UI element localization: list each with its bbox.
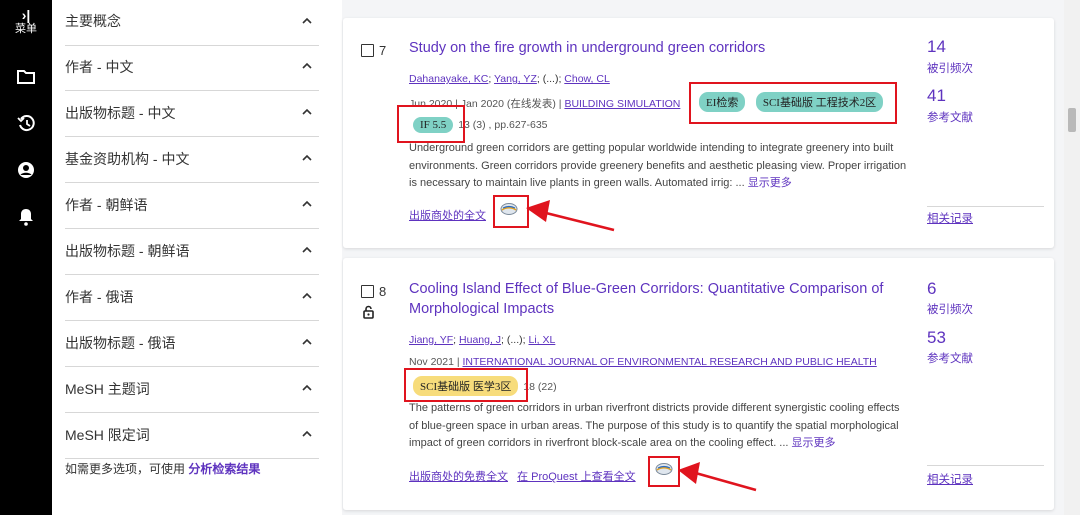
- facet-label: 作者 - 朝鲜语: [65, 197, 148, 213]
- proquest-fulltext-link[interactable]: 在 ProQuest 上查看全文: [517, 471, 636, 483]
- facet-publication-chinese[interactable]: 出版物标题 - 中文: [65, 91, 319, 137]
- chevron-up-icon: [302, 200, 312, 207]
- chevron-up-icon: [302, 154, 312, 161]
- record-date: Nov 2021 |: [409, 356, 460, 368]
- author-link[interactable]: Li, XL: [528, 334, 555, 346]
- chevron-up-icon: [302, 384, 312, 391]
- chevron-up-icon: [302, 338, 312, 345]
- record-title[interactable]: Study on the fire growth in underground …: [409, 38, 889, 58]
- show-more-link[interactable]: 显示更多: [792, 437, 836, 449]
- record-volume: 18 (22): [523, 381, 557, 393]
- record-checkbox[interactable]: [361, 285, 374, 298]
- annotation-arrow: [678, 462, 757, 492]
- references-label: 参考文献: [927, 353, 973, 365]
- record-authors: Jiang, YF; Huang, J; (...); Li, XL: [409, 334, 556, 346]
- record-checkbox[interactable]: [361, 44, 374, 57]
- chevron-up-icon: [302, 62, 312, 69]
- facet-funding-chinese[interactable]: 基金资助机构 - 中文: [65, 137, 319, 183]
- scrollbar-thumb[interactable]: [1068, 108, 1076, 132]
- analyze-results-link[interactable]: 分析检索结果: [188, 462, 260, 476]
- record-index: 7: [379, 43, 387, 58]
- open-access-lock-icon: [363, 305, 374, 319]
- facet-mesh-headings[interactable]: MeSH 主题词: [65, 367, 319, 413]
- divider: [927, 465, 1044, 466]
- record-pub-info: Nov 2021 | INTERNATIONAL JOURNAL OF ENVI…: [409, 356, 877, 368]
- show-more-link[interactable]: 显示更多: [748, 177, 792, 189]
- author-ellipsis: (...): [542, 73, 559, 85]
- facet-label: 主要概念: [65, 13, 121, 29]
- author-link[interactable]: Dahanayake, KC: [409, 73, 488, 85]
- history-icon[interactable]: [16, 113, 36, 133]
- times-cited-count[interactable]: 6: [927, 279, 936, 299]
- divider: [927, 206, 1044, 207]
- publisher-fulltext-link[interactable]: 出版商处的全文: [409, 210, 486, 222]
- record-authors: Dahanayake, KC; Yang, YZ; (...); Chow, C…: [409, 73, 610, 85]
- collapse-icon: ›|: [21, 7, 31, 23]
- facet-note-text: 如需更多选项，可使用: [65, 462, 186, 476]
- record-index: 8: [379, 284, 387, 299]
- times-cited-label: 被引频次: [927, 304, 973, 316]
- author-link[interactable]: Yang, YZ: [494, 73, 537, 85]
- facet-label: 基金资助机构 - 中文: [65, 151, 190, 167]
- journal-link[interactable]: INTERNATIONAL JOURNAL OF ENVIRONMENTAL R…: [463, 356, 877, 368]
- annotation-arrow: [526, 200, 615, 232]
- side-nav: ›| 菜单: [0, 0, 52, 515]
- times-cited-label: 被引频次: [927, 63, 973, 75]
- folder-icon[interactable]: [16, 66, 36, 86]
- record-title[interactable]: Cooling Island Effect of Blue-Green Corr…: [409, 279, 889, 319]
- author-link[interactable]: Jiang, YF: [409, 334, 453, 346]
- times-cited-count[interactable]: 14: [927, 37, 946, 57]
- facet-main-concepts[interactable]: 主要概念: [65, 0, 319, 46]
- facets-panel: 主要概念 作者 - 中文 出版物标题 - 中文 基金资助机构 - 中文 作者 -…: [52, 0, 342, 515]
- facet-author-chinese[interactable]: 作者 - 中文: [65, 45, 319, 91]
- facet-label: 作者 - 俄语: [65, 289, 134, 305]
- facet-publication-korean[interactable]: 出版物标题 - 朝鲜语: [65, 229, 319, 275]
- chevron-up-icon: [302, 430, 312, 437]
- facet-label: 出版物标题 - 俄语: [65, 335, 176, 351]
- related-records-link[interactable]: 相关记录: [927, 210, 973, 226]
- facet-author-korean[interactable]: 作者 - 朝鲜语: [65, 183, 319, 229]
- chevron-up-icon: [302, 292, 312, 299]
- record-fulltext-links: 出版商处的免费全文 在 ProQuest 上查看全文: [409, 468, 642, 484]
- references-count[interactable]: 53: [927, 328, 946, 348]
- facet-mesh-qualifiers[interactable]: MeSH 限定词: [65, 413, 319, 459]
- facet-label: MeSH 主题词: [65, 381, 150, 397]
- chevron-up-icon: [302, 108, 312, 115]
- facet-author-russian[interactable]: 作者 - 俄语: [65, 275, 319, 321]
- author-link[interactable]: Huang, J: [459, 334, 501, 346]
- abstract-text: Underground green corridors are getting …: [409, 142, 907, 189]
- bell-icon[interactable]: [16, 207, 36, 227]
- user-icon[interactable]: [16, 160, 36, 180]
- facet-note: 如需更多选项，可使用 分析检索结果: [65, 460, 260, 477]
- facet-publication-russian[interactable]: 出版物标题 - 俄语: [65, 321, 319, 367]
- annotation-box: [689, 82, 897, 124]
- record-volume: 13 (3) , pp.627-635: [458, 119, 548, 131]
- record-abstract: Underground green corridors are getting …: [409, 140, 909, 193]
- references-count[interactable]: 41: [927, 86, 946, 106]
- annotation-box: [404, 368, 528, 402]
- references-label: 参考文献: [927, 112, 973, 124]
- journal-link[interactable]: BUILDING SIMULATION: [564, 98, 680, 110]
- author-link[interactable]: Chow, CL: [564, 73, 610, 85]
- menu-button[interactable]: ›| 菜单: [0, 8, 52, 36]
- publisher-free-fulltext-link[interactable]: 出版商处的免费全文: [409, 471, 508, 483]
- author-ellipsis: (...): [506, 334, 523, 346]
- record-fulltext-links: 出版商处的全文: [409, 207, 492, 223]
- related-records-link[interactable]: 相关记录: [927, 471, 973, 487]
- chevron-up-icon: [302, 246, 312, 253]
- facet-label: MeSH 限定词: [65, 427, 150, 443]
- facet-label: 出版物标题 - 朝鲜语: [65, 243, 190, 259]
- record-abstract: The patterns of green corridors in urban…: [409, 400, 909, 453]
- annotation-box: [397, 105, 465, 143]
- facet-label: 作者 - 中文: [65, 59, 134, 75]
- chevron-up-icon: [302, 17, 312, 24]
- scrollbar[interactable]: [1064, 0, 1080, 515]
- facet-label: 出版物标题 - 中文: [65, 105, 176, 121]
- menu-label: 菜单: [15, 23, 37, 35]
